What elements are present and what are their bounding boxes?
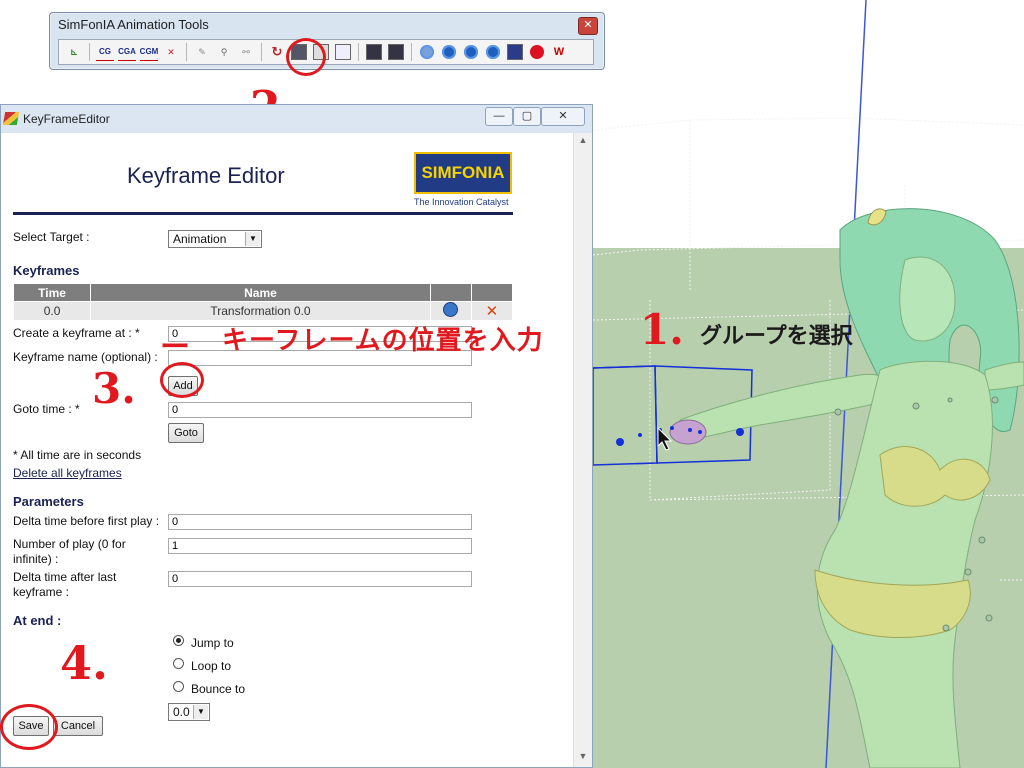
toolbar-separator [411,43,412,61]
keyframe-time-cell: 0.0 [12,301,92,321]
goto-time-input[interactable]: 0 [168,402,472,418]
maximize-button[interactable]: ▢ [513,107,541,126]
annotation-step-4: 4. [60,636,109,690]
toolbar-separator [89,43,90,61]
cancel-button[interactable]: Cancel [53,716,103,736]
table-header-row: Time Name [12,283,514,302]
annotation-keyframe-position-text: キーフレームの位置を入力 [222,325,544,355]
magnifier-icon[interactable] [443,302,459,317]
vertical-scrollbar[interactable]: ▲ ▼ [573,133,592,767]
save-as-icon[interactable] [387,43,405,61]
goto-button[interactable]: Goto [168,423,204,443]
parameters-heading: Parameters [13,494,84,509]
chevron-down-icon: ▼ [193,705,208,719]
video-icon[interactable] [506,43,524,61]
delete-all-keyframes-link[interactable]: Delete all keyframes [13,466,122,480]
rotate-arrow-icon[interactable]: ↻ [268,43,286,61]
select-target-label: Select Target : [13,230,90,244]
keyframe-editor-window-title: KeyFrameEditor [23,112,110,126]
scroll-down-icon[interactable]: ▼ [574,751,592,765]
table-header-view [429,283,472,302]
w-icon[interactable]: W [550,43,568,61]
keyframe-view-cell [429,301,472,321]
table-header-time: Time [12,283,92,302]
at-end-heading: At end : [13,613,62,628]
jump-to-label: Jump to [191,636,234,650]
keyframe-delete-cell: ✕ [470,301,514,321]
record-icon[interactable] [528,43,546,61]
animation-tools-window: SimFonIA Animation Tools ✕ ⊾ CG CGA CGM … [49,12,605,70]
number-play-label-line1: Number of play (0 for [13,537,126,551]
bounce-to-label: Bounce to [191,682,246,696]
clock-icon[interactable] [418,43,436,61]
delete-icon[interactable]: ✕ [486,303,499,320]
annotation-dash: ー [160,330,190,365]
chevron-down-icon: ▼ [245,232,260,246]
table-header-delete [470,283,514,302]
close-button[interactable]: ✕ [541,107,585,126]
annotation-step-3: 3. [92,364,136,413]
animation-tools-title: SimFonIA Animation Tools [58,17,209,32]
time-unit-note: * All time are in seconds [13,448,142,462]
select-target-dropdown[interactable]: Animation ▼ [168,230,262,248]
create-keyframe-label: Create a keyframe at : * [13,326,140,340]
keyframe-editor-titlebar: KeyFrameEditor — ▢ ✕ [1,105,592,133]
rewind-icon[interactable] [484,43,502,61]
keyframes-table: Time Name 0.0 Transformation 0.0 ✕ [12,283,514,321]
app-icon [2,112,20,125]
toolbar-separator [261,43,262,61]
number-play-label-line2: infinite) : [13,552,59,566]
annotation-circle-add [160,362,204,398]
wrench-icon[interactable]: ✎ [193,43,211,61]
number-play-input[interactable]: 1 [168,538,472,554]
simfonia-tagline: The Innovation Catalyst [414,197,509,207]
cg-icon[interactable]: CG [96,43,114,61]
chart-icon[interactable] [334,43,352,61]
goto-time-label: Goto time : * [13,402,80,416]
keyframe-name-label: Keyframe name (optional) : [13,350,158,364]
animation-tools-close-button[interactable]: ✕ [578,17,598,35]
toolbar-separator [358,43,359,61]
header-divider [13,212,513,215]
delta-last-label-line2: keyframe : [13,585,70,599]
annotation-circle-save [0,704,58,750]
cgm-icon[interactable]: CGM [140,43,158,61]
delta-first-label: Delta time before first play : [13,514,160,528]
animation-tools-strip: ⊾ CG CGA CGM ✕ ✎ ⚲ ⚯ ↻ W [58,39,594,65]
page-title: Keyframe Editor [127,163,285,188]
pause-icon[interactable] [462,43,480,61]
mouse-cursor [657,426,673,451]
end-time-value: 0.0 [173,705,190,719]
keyframe-name-cell: Transformation 0.0 [90,301,431,321]
joint-icon[interactable]: ⚲ [215,43,233,61]
jump-to-radio[interactable] [173,635,184,646]
play-icon[interactable] [440,43,458,61]
cga-icon[interactable]: CGA [118,43,136,61]
annotation-step-1: 1. [640,305,684,354]
toolbar-separator [186,43,187,61]
loop-to-radio[interactable] [173,658,184,669]
save-icon[interactable] [365,43,383,61]
annotation-circle-toolbar [286,38,326,76]
delta-last-input[interactable]: 0 [168,571,472,587]
minimize-button[interactable]: — [485,107,513,126]
select-target-value: Animation [173,232,227,246]
annotation-select-group-text: グループを選択 [700,323,853,348]
loop-to-label: Loop to [191,659,232,673]
end-time-dropdown[interactable]: 0.0 ▼ [168,703,210,721]
bounce-to-radio[interactable] [173,681,184,692]
link-icon[interactable]: ⚯ [237,43,255,61]
simfonia-logo: SIMFONIA [414,152,512,194]
delta-first-input[interactable]: 0 [168,514,472,530]
table-row: 0.0 Transformation 0.0 ✕ [12,301,514,321]
keyframes-heading: Keyframes [13,263,80,278]
scroll-up-icon[interactable]: ▲ [574,135,592,149]
graph-icon[interactable]: ⊾ [65,43,83,61]
table-header-name: Name [90,283,431,302]
cross-axis-icon[interactable]: ✕ [162,43,180,61]
delta-last-label-line1: Delta time after last [13,570,117,584]
